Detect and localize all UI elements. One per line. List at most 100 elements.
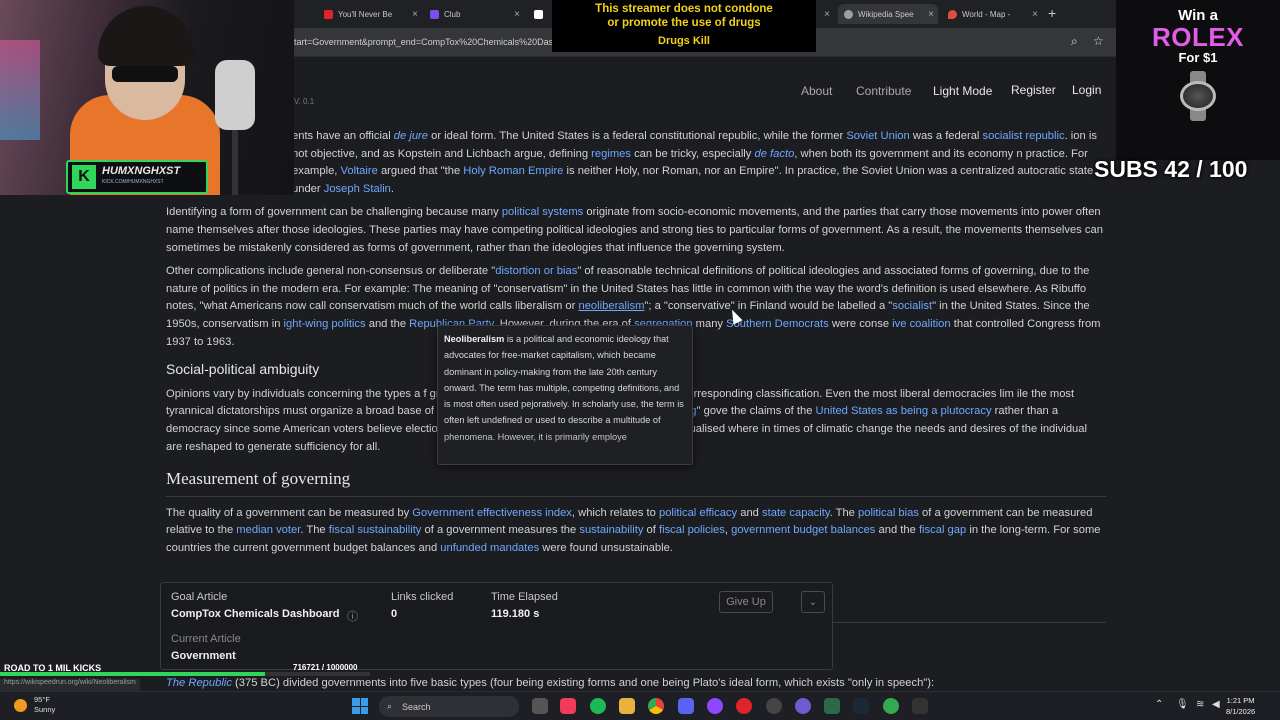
search-icon: ⌕	[387, 701, 393, 711]
link-regimes[interactable]: regimes	[591, 148, 631, 160]
close-icon[interactable]: ×	[514, 9, 520, 20]
tab-x[interactable]	[528, 4, 552, 24]
close-icon[interactable]: ×	[1032, 9, 1038, 20]
streamer-logo: K HUMXNGHXST KICK.COM/HUMXNGHXST	[66, 160, 208, 194]
link-median-voter[interactable]: median voter	[236, 524, 300, 536]
subs-goal-counter: SUBS 42 / 100	[1094, 156, 1248, 182]
record-icon[interactable]	[736, 698, 752, 714]
link-voltaire[interactable]: Voltaire	[341, 165, 378, 177]
info-icon[interactable]: ⓘ	[347, 608, 358, 624]
goal-article-value[interactable]: CompTox Chemicals Dashboard	[171, 608, 340, 620]
taskbar-search[interactable]: ⌕ Search	[379, 696, 519, 717]
nav-about[interactable]: About	[801, 84, 832, 98]
weather-widget[interactable]: 95°F Sunny	[34, 695, 55, 715]
link-distortion-or-bias[interactable]: distortion or bias	[495, 265, 577, 277]
link-political-systems[interactable]: political systems	[502, 206, 583, 218]
link-political-bias[interactable]: political bias	[858, 507, 919, 519]
tab-label: You'll Never Be	[338, 9, 393, 19]
close-icon[interactable]: ×	[824, 9, 830, 20]
link-soviet-union[interactable]: Soviet Union	[846, 130, 909, 142]
link-fiscal-gap[interactable]: fiscal gap	[919, 524, 966, 536]
ad-price-text: For $1	[1178, 50, 1218, 65]
wifi-icon[interactable]: ≋	[1196, 699, 1204, 710]
tab-label: Wikipedia Spee	[858, 9, 914, 19]
nav-login[interactable]: Login	[1072, 83, 1101, 97]
kick-logo-icon: K	[72, 165, 96, 189]
link-the-republic[interactable]: The Republic	[166, 677, 232, 689]
collapse-chevron-icon[interactable]: ⌄	[801, 591, 825, 613]
file-explorer-icon[interactable]	[619, 698, 635, 714]
speaker-icon[interactable]: ◀	[1212, 699, 1220, 710]
tab-label: Club	[444, 9, 461, 19]
app-icon-2[interactable]	[912, 698, 928, 714]
goal-article-label: Goal Article	[171, 591, 228, 603]
tooltip-text: is a political and economic ideology tha…	[444, 334, 684, 442]
text: was a federal	[909, 130, 983, 142]
terminal-icon[interactable]	[824, 698, 840, 714]
chrome-icon[interactable]	[648, 698, 664, 714]
link-fiscal-policies[interactable]: fiscal policies	[659, 524, 725, 536]
task-view-icon[interactable]	[532, 698, 548, 714]
link-joseph-stalin[interactable]: Joseph Stalin	[324, 183, 391, 195]
microphone-tray-icon[interactable]: 🎙	[1176, 699, 1189, 710]
current-article-label: Current Article	[171, 633, 241, 645]
light-mode-toggle[interactable]: Light Mode	[933, 84, 992, 98]
discord-icon[interactable]	[678, 698, 694, 714]
steam-icon[interactable]	[853, 698, 869, 714]
tab-close-hidden[interactable]: ×	[818, 4, 832, 24]
version-label: V. 0.1	[294, 97, 315, 106]
text: were found unsustainable.	[539, 541, 673, 554]
tooltip-term: Neoliberalism	[444, 334, 505, 344]
link-de-jure[interactable]: de jure	[394, 130, 428, 142]
close-icon[interactable]: ×	[412, 9, 418, 20]
close-icon[interactable]: ×	[928, 9, 934, 20]
article-paragraph: ents have an official de jure or ideal f…	[166, 128, 1106, 198]
music-app-icon[interactable]	[560, 698, 576, 714]
kicks-progress-bar	[0, 672, 370, 676]
tab-club[interactable]: Club ×	[424, 4, 524, 24]
link-de-facto[interactable]: de facto	[755, 148, 795, 160]
link-plutocracy[interactable]: United States as being a plutocracy	[816, 405, 992, 417]
link-holy-roman-empire[interactable]: Holy Roman Empire	[463, 165, 563, 177]
link-unfunded-mandates[interactable]: unfunded mandates	[440, 542, 539, 554]
chrome-active-icon[interactable]	[883, 698, 899, 714]
clock-time: 1:21 PM	[1226, 696, 1255, 705]
link-socialist-republic[interactable]: socialist republic	[983, 130, 1065, 142]
tray-overflow-icon[interactable]: ⌃	[1155, 699, 1163, 710]
sun-icon[interactable]	[14, 699, 27, 712]
link-sustainability[interactable]: sustainability	[579, 524, 643, 536]
nav-contribute[interactable]: Contribute	[856, 84, 911, 98]
link-neoliberalism[interactable]: neoliberalism	[578, 300, 644, 312]
tab-world-map[interactable]: World - Map - ×	[942, 4, 1042, 24]
tab-wikipedia-speedrun[interactable]: Wikipedia Spee ×	[838, 4, 938, 24]
time-elapsed-value: 119.180 s	[491, 608, 540, 620]
search-label: Search	[402, 701, 431, 712]
link-right-wing-politics[interactable]: ight-wing politics	[284, 318, 366, 330]
link-government-budget-balances[interactable]: government budget balances	[731, 524, 875, 536]
text: and	[737, 506, 763, 519]
twitch-icon[interactable]	[707, 698, 723, 714]
app-icon[interactable]	[795, 698, 811, 714]
link-state-capacity[interactable]: state capacity	[762, 507, 830, 519]
speedrun-status-panel: Goal Article CompTox Chemicals Dashboard…	[160, 582, 833, 670]
spotify-icon[interactable]	[590, 698, 606, 714]
link-government-effectiveness-index[interactable]: Government effectiveness index	[412, 507, 572, 519]
link-socialist[interactable]: socialist	[892, 300, 932, 312]
text: argued that "the	[377, 165, 464, 178]
zoom-icon[interactable]: ⌕	[1071, 34, 1078, 49]
text: . The	[829, 506, 858, 519]
bookmark-star-icon[interactable]: ☆	[1093, 34, 1104, 48]
link-conservative-coalition[interactable]: ive coalition	[892, 318, 950, 330]
link-political-efficacy[interactable]: political efficacy	[659, 507, 737, 519]
new-tab-button[interactable]: +	[1048, 5, 1056, 21]
text: " gove the claims of the	[696, 405, 816, 418]
text: many	[692, 317, 727, 330]
obs-icon[interactable]	[766, 698, 782, 714]
taskbar-clock[interactable]: 1:21 PM 8/1/2026	[1226, 695, 1255, 717]
nav-register[interactable]: Register	[1011, 83, 1056, 97]
tab-youtube[interactable]: You'll Never Be ×	[318, 4, 422, 24]
link-fiscal-sustainability[interactable]: fiscal sustainability	[329, 524, 422, 536]
rolex-ad-overlay: Win a ROLEX For $1	[1116, 0, 1280, 160]
windows-start-icon[interactable]	[352, 698, 368, 714]
give-up-button[interactable]: Give Up	[719, 591, 773, 613]
